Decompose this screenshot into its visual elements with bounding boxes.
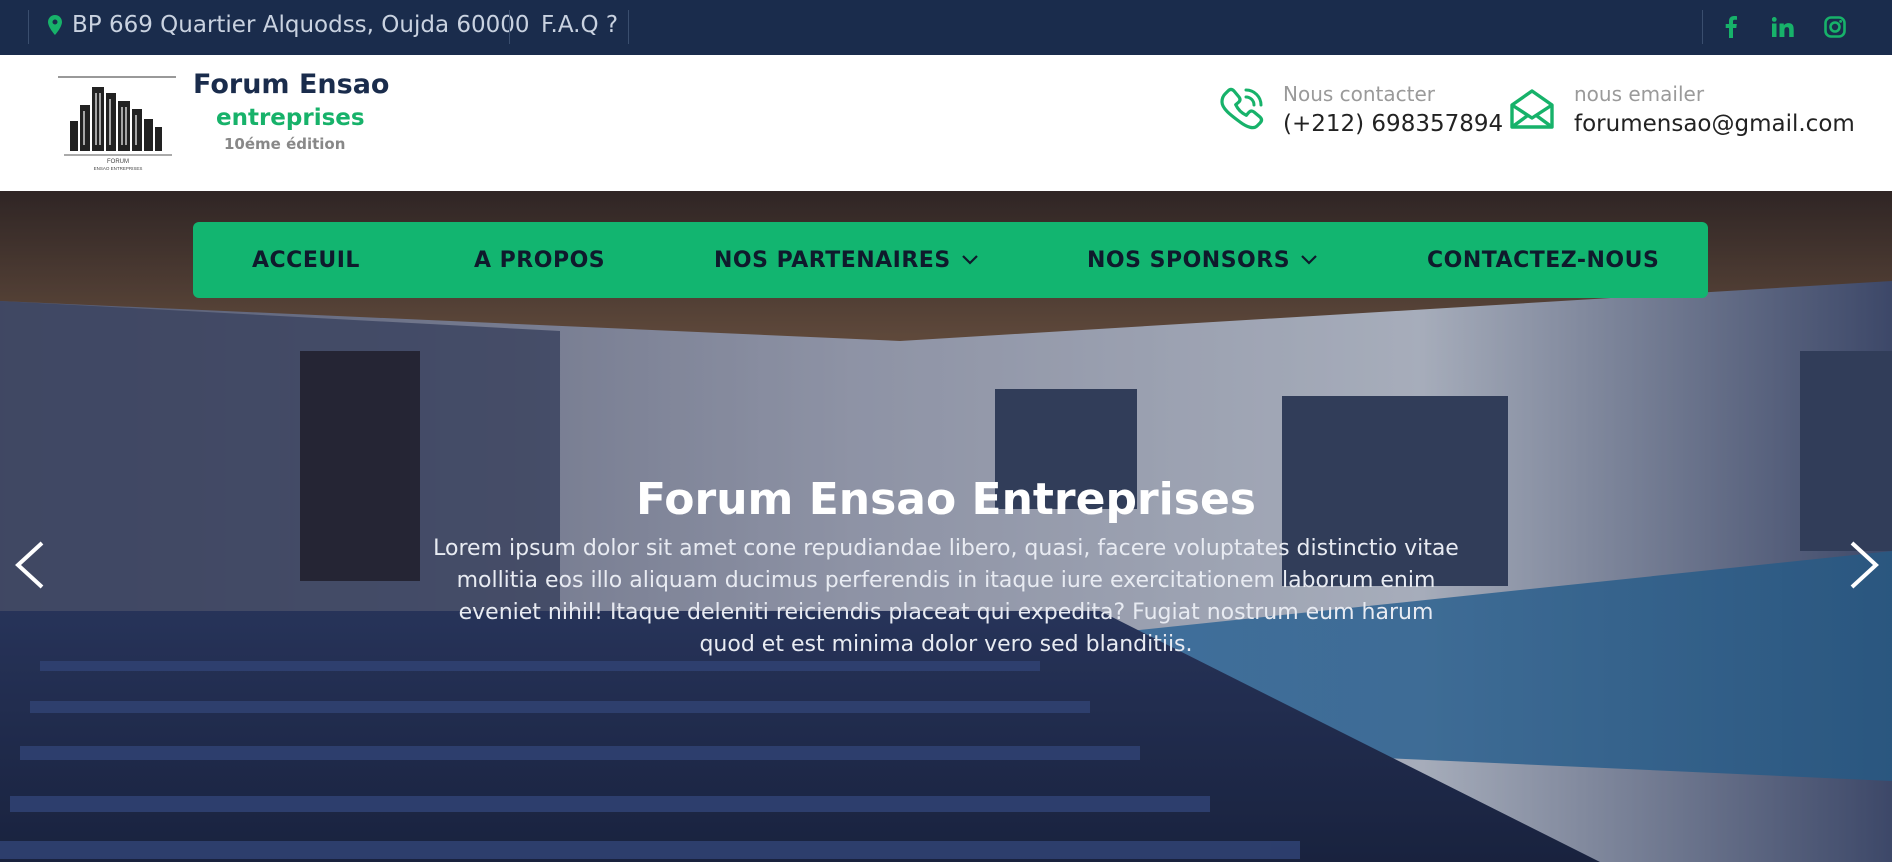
carousel-next-arrow-icon[interactable] <box>1842 539 1886 591</box>
logo-text: FORUM <box>107 159 129 165</box>
email-address[interactable]: forumensao@gmail.com <box>1574 111 1855 137</box>
nav-item-acceuil[interactable]: ACCEUIL <box>252 222 360 298</box>
nav-item-a-propos[interactable]: A PROPOS <box>474 222 605 298</box>
logo[interactable]: FORUM ENSAO ENTREPRISES <box>58 75 178 173</box>
nav-label: NOS PARTENAIRES <box>714 247 951 273</box>
site-header: FORUM ENSAO ENTREPRISES Forum Ensao entr… <box>0 55 1892 191</box>
chevron-down-icon <box>961 255 978 265</box>
envelope-icon <box>1508 85 1558 135</box>
phone-icon <box>1218 85 1268 135</box>
chevron-down-icon <box>1301 255 1317 265</box>
brand-title: Forum Ensao <box>193 69 390 100</box>
instagram-icon[interactable] <box>1820 12 1850 42</box>
brand-edition: 10éme édition <box>224 135 346 153</box>
hero-description: Lorem ipsum dolor sit amet cone repudian… <box>433 536 1459 657</box>
top-bar: BP 669 Quartier Alquodss, Oujda 60000 F.… <box>0 0 1892 55</box>
nav-label: NOS SPONSORS <box>1087 247 1291 273</box>
nav-item-nos-sponsors[interactable]: NOS SPONSORS <box>1087 222 1318 298</box>
nav-item-nos-partenaires[interactable]: NOS PARTENAIRES <box>714 222 979 298</box>
nav-label: CONTACTEZ-NOUS <box>1427 247 1660 273</box>
facebook-icon[interactable] <box>1716 12 1746 42</box>
linkedin-icon[interactable] <box>1768 12 1798 42</box>
faq-link[interactable]: F.A.Q ? <box>541 12 618 38</box>
divider <box>28 10 29 44</box>
carousel-prev-arrow-icon[interactable] <box>8 539 52 591</box>
location-pin-icon <box>48 15 62 35</box>
hero-title: Forum Ensao Entreprises <box>636 474 1256 525</box>
phone-number[interactable]: (+212) 698357894 <box>1283 111 1503 137</box>
logo-text: ENSAO ENTREPRISES <box>94 166 143 171</box>
phone-label: Nous contacter <box>1283 82 1436 106</box>
hero-carousel: ACCEUIL A PROPOS NOS PARTENAIRES NOS SPO… <box>0 191 1892 862</box>
address-text: BP 669 Quartier Alquodss, Oujda 60000 <box>72 12 530 38</box>
divider <box>628 10 629 44</box>
email-label: nous emailer <box>1574 82 1705 106</box>
address: BP 669 Quartier Alquodss, Oujda 60000 <box>48 12 530 38</box>
nav-item-contactez-nous[interactable]: CONTACTEZ-NOUS <box>1427 222 1659 298</box>
divider <box>1702 10 1703 44</box>
main-navigation: ACCEUIL A PROPOS NOS PARTENAIRES NOS SPO… <box>193 222 1708 298</box>
nav-label: A PROPOS <box>474 247 606 273</box>
nav-label: ACCEUIL <box>252 247 360 273</box>
divider <box>509 10 510 44</box>
brand-subtitle: entreprises <box>216 105 365 131</box>
